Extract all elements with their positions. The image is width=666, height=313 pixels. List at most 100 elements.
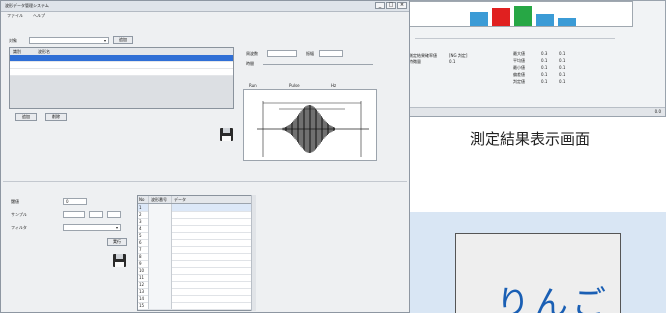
form-label: サンプル [11,212,27,217]
window-title: 波形データ管理システム [5,3,49,8]
chart-bar [492,8,510,26]
sample-field-2[interactable] [89,211,103,218]
grid-cell-no: 9 [139,261,142,266]
param-field-b[interactable] [319,50,343,57]
grid-cell-no: 14 [139,296,145,301]
minimize-button[interactable]: _ [375,2,385,9]
apple-card: りんご [455,233,621,313]
save-icon[interactable] [113,254,126,267]
apple-text: りんご [496,284,610,313]
grid-cell-no: 6 [139,240,142,245]
param-label: 振幅 [306,51,314,56]
chart-axis [415,30,615,39]
list-header: 識別 波形名 [10,48,233,55]
stat-name: 平均値 [513,58,525,63]
chart-bar [558,18,576,26]
target-label: 対象 [9,38,17,43]
stat-name: 最大値 [513,51,525,56]
stat-extra: 0.1 [559,58,566,63]
grid-cell-no: 2 [139,212,142,217]
stat-extra: 0.1 [559,72,566,77]
table-row[interactable]: 15 [138,302,254,310]
stat-value: 0.1 [541,72,548,77]
param-label: 時間 [246,61,254,66]
result-label: 測定結果確率値 [409,53,437,58]
grid-cell-no: 10 [139,268,145,273]
stat-extra: 0.1 [559,51,566,56]
chart-bar [514,6,532,26]
run-button[interactable]: 実行 [107,238,127,246]
list-item[interactable] [10,69,233,76]
stat-name: 偏差値 [513,72,525,77]
sample-field[interactable] [63,211,85,218]
param-label: 周波数 [246,51,258,56]
stat-extra: 0.1 [559,79,566,84]
grid-cell-no: 4 [139,226,142,231]
grid-cell-no: 15 [139,303,145,308]
stat-name: 判定値 [513,79,525,84]
screen-caption: 測定結果表示画面 [470,130,591,148]
grid-cell-no: 3 [139,219,142,224]
param-field-a[interactable] [267,50,297,57]
grid-cell-no: 8 [139,254,142,259]
grid-header-no: No [139,197,145,202]
grid-cell-no: 13 [139,289,145,294]
result-value: 0.1 [449,59,456,64]
grid-cell-no: 5 [139,233,142,238]
menu-bar: ファイル ヘルプ [1,11,409,20]
chart-bar [470,12,488,26]
list-item[interactable] [10,55,233,62]
stat-value: 0.1 [541,65,548,70]
status-value: 0.0 [654,109,661,114]
chevron-down-icon: ▾ [103,38,106,43]
grid-cell-no: 12 [139,282,145,287]
waveform-manager-window: 波形データ管理システム _ □ × ファイル ヘルプ 対象 ▾ 追加 識別 波形… [0,0,410,313]
save-icon[interactable] [220,128,233,141]
filter-select[interactable]: ▾ [63,224,121,231]
form-label: フィルタ [11,225,27,230]
result-label: 特徴量 [409,59,421,64]
waveform-label: Run [249,83,257,88]
grid-cell-no: 7 [139,247,142,252]
stat-extra: 0.1 [559,65,566,70]
list-item[interactable] [10,62,233,69]
stat-value: 0.3 [541,51,548,56]
chevron-down-icon: ▾ [115,225,118,230]
stat-name: 最小値 [513,65,525,70]
list-empty-area [10,76,233,108]
waveform-label: Hz [331,83,337,88]
sample-field-3[interactable] [107,211,121,218]
grid-cell-no: 1 [139,205,142,210]
threshold-field[interactable]: 0 [63,198,87,205]
waveform-list: 識別 波形名 [9,47,234,109]
param-slider[interactable] [263,64,373,65]
waveform-label: Pulse [289,83,300,88]
threshold-value: 0 [66,199,69,204]
result-window: 測定結果確率値 特徴量 [NG 判定] 0.1 最大値 0.3 0.1 平均値 … [404,0,666,117]
menu-file[interactable]: ファイル [7,13,23,18]
close-button[interactable]: × [397,2,407,9]
grid-header-code: 波形番号 [151,197,167,202]
horizontal-scrollbar[interactable]: 0.0 [405,107,665,116]
grid-header: No 波形番号 データ [138,196,254,204]
top-add-button[interactable]: 追加 [113,36,133,44]
stat-value: 0.1 [541,79,548,84]
section-divider [3,181,407,182]
histogram-chart [409,1,633,27]
menu-help[interactable]: ヘルプ [33,13,45,18]
waveform-plot [243,89,377,161]
form-label: 閾値 [11,199,19,204]
target-select[interactable]: ▾ [29,37,109,44]
grid-header-data: データ [174,197,186,202]
list-add-button[interactable]: 追加 [15,113,37,121]
list-header-name: 波形名 [38,49,50,54]
grid-cell-no: 11 [139,275,145,280]
stat-value: 0.1 [541,58,548,63]
grid-scrollbar[interactable] [251,195,256,311]
data-grid: No 波形番号 データ 1 2 3 4 5 6 7 8 9 10 11 12 13 14 15 [137,195,255,311]
maximize-button[interactable]: □ [386,2,396,9]
list-header-id: 識別 [13,49,21,54]
list-delete-button[interactable]: 削除 [45,113,67,121]
result-value: [NG 判定] [449,53,468,58]
chart-bar [536,14,554,26]
